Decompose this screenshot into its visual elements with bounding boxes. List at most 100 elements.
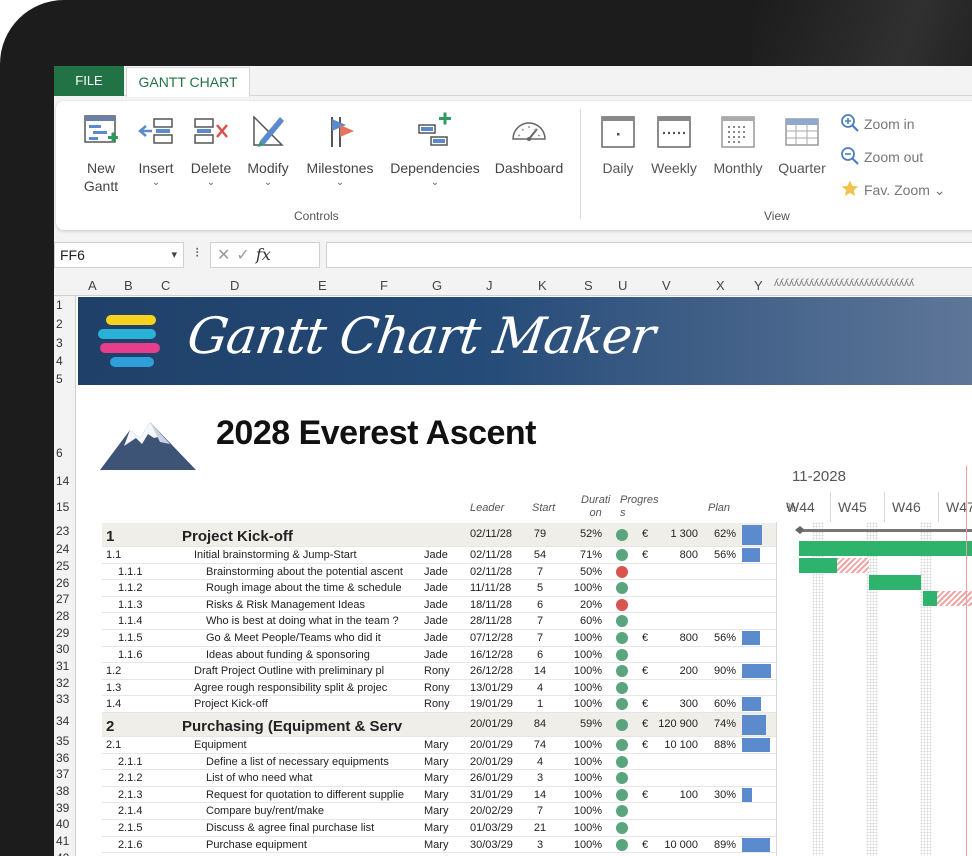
column-header[interactable]: S	[584, 278, 593, 293]
name-box-chevron-down-icon[interactable]: ▾	[171, 243, 177, 267]
column-header[interactable]: G	[432, 278, 442, 293]
column-header[interactable]: V	[662, 278, 671, 293]
name-box[interactable]: FF6 ▾	[54, 242, 184, 268]
row-header[interactable]: 36	[56, 751, 69, 765]
row-header[interactable]: 25	[56, 559, 69, 573]
task-row[interactable]: 1.1.5 Go & Meet People/Teams who did it Ja…	[102, 630, 776, 647]
column-header[interactable]: J	[486, 278, 493, 293]
row-header[interactable]: 42	[56, 851, 69, 856]
task-row[interactable]: 2.1.2 List of who need what Mary 26/01/29 3 1…	[102, 770, 776, 787]
dashboard-button[interactable]: Dashboard	[490, 111, 568, 201]
weekly-view-button[interactable]: Weekly	[648, 111, 700, 201]
task-wbs: 1.1.3	[118, 598, 143, 611]
daily-view-button[interactable]: Daily	[594, 111, 642, 201]
task-row[interactable]: 1.1.4 Who is best at doing what in the te…	[102, 613, 776, 630]
gantt-bar-1-1-2[interactable]	[869, 575, 921, 590]
task-row[interactable]: 2.1.5 Discuss & agree final purchase list…	[102, 820, 776, 837]
cancel-icon[interactable]: ✕	[217, 247, 236, 264]
column-header[interactable]: E	[318, 278, 327, 293]
row-header[interactable]: 5	[56, 372, 63, 386]
task-row[interactable]: 2.1.1 Define a list of necessary equipmen…	[102, 754, 776, 771]
row-header[interactable]: 31	[56, 659, 69, 673]
task-start: 31/01/29	[470, 788, 513, 801]
milestones-button[interactable]: Milestones ⌄	[300, 111, 380, 201]
insert-function-icon[interactable]: fx	[256, 245, 271, 264]
column-header[interactable]: ʎʎʎʎʎʎʎʎʎʎʎʎʎʎʎʎʎʎʎʎʎʎʎʎʎʎʎʎ	[774, 278, 914, 289]
task-row[interactable]: 1.2 Draft Project Outline with preliminar…	[102, 663, 776, 680]
row-header[interactable]: 6	[56, 446, 63, 460]
row-header[interactable]: 1	[56, 298, 63, 312]
row-header[interactable]: 15	[56, 500, 69, 514]
task-row[interactable]: 2.1.4 Compare buy/rent/make Mary 20/02/29 7 1…	[102, 803, 776, 820]
task-leader: Mary	[424, 772, 449, 785]
task-row[interactable]: 1.1 Initial brainstorming & Jump-Start Jad…	[102, 547, 776, 564]
row-header[interactable]: 24	[56, 542, 69, 556]
column-header[interactable]: F	[380, 278, 388, 293]
tab-file[interactable]: FILE	[54, 66, 124, 96]
sheet-grid[interactable]: Gantt Chart Maker 2028 Everest Ascent 11…	[76, 296, 972, 856]
column-header[interactable]: A	[88, 278, 97, 293]
row-header[interactable]: 39	[56, 801, 69, 815]
fav-zoom-button[interactable]: Fav. Zoom ⌄	[840, 179, 946, 201]
row-header[interactable]: 32	[56, 676, 69, 690]
gantt-bar-1-1-3[interactable]	[923, 591, 937, 606]
dependencies-label: Dependencies	[390, 160, 480, 176]
formula-input[interactable]	[326, 242, 972, 268]
column-header[interactable]: C	[161, 278, 170, 293]
row-header[interactable]: 3	[56, 336, 63, 350]
row-header[interactable]: 29	[56, 626, 69, 640]
modify-button[interactable]: Modify ⌄	[242, 111, 294, 201]
task-row[interactable]: 2.1 Equipment Mary 20/01/29 74 100% €10 100 88%	[102, 737, 776, 754]
enter-icon[interactable]: ✓	[236, 247, 255, 264]
row-header[interactable]: 14	[56, 474, 69, 488]
task-wbs: 2.1.1	[118, 755, 143, 768]
gantt-bar-1-1[interactable]	[799, 541, 972, 556]
row-header[interactable]: 4	[56, 354, 63, 368]
quarter-view-button[interactable]: Quarter	[774, 111, 830, 201]
row-header[interactable]: 41	[56, 834, 69, 848]
row-header[interactable]: 33	[56, 692, 69, 706]
column-header[interactable]: Y	[754, 278, 763, 293]
task-row[interactable]: 2.1.3 Request for quotation to different …	[102, 787, 776, 804]
row-header[interactable]: 28	[56, 609, 69, 623]
task-row[interactable]: 1.4 Project Kick-off Rony 19/01/29 1 100% €300…	[102, 696, 776, 713]
row-header[interactable]: 38	[56, 784, 69, 798]
task-row[interactable]: 1.1.1 Brainstorming about the potential a…	[102, 564, 776, 581]
task-row[interactable]: 1.1.3 Risks & Risk Management Ideas Jade 18…	[102, 597, 776, 614]
task-leader: Jade	[424, 549, 448, 561]
gantt-bar-1-1-1-remaining[interactable]	[837, 558, 869, 573]
task-name: Brainstorming about the potential ascent	[206, 565, 403, 578]
task-row[interactable]: 1.3 Agree rough responsibility split & pr…	[102, 680, 776, 697]
task-row[interactable]: 1.1.2 Rough image about the time & schedu…	[102, 580, 776, 597]
dependencies-button[interactable]: Dependencies ⌄	[386, 111, 484, 201]
row-header[interactable]: 23	[56, 524, 69, 538]
status-indicator	[616, 598, 628, 611]
tab-gantt-chart[interactable]: GANTT CHART	[126, 67, 250, 97]
column-header[interactable]: U	[618, 278, 627, 293]
column-header[interactable]: K	[538, 278, 547, 293]
task-row[interactable]: 1 Project Kick-off 02/11/28 79 52% €1 300 62%	[102, 523, 776, 547]
row-header[interactable]: 2	[56, 317, 63, 331]
task-row[interactable]: 2.1.6 Purchase equipment Mary 30/03/29 3 100%…	[102, 837, 776, 854]
row-header[interactable]: 35	[56, 734, 69, 748]
row-header[interactable]: 34	[56, 714, 69, 728]
column-header[interactable]: X	[716, 278, 725, 293]
task-duration: 6	[536, 648, 544, 661]
new-gantt-button[interactable]: New Gantt	[70, 111, 132, 201]
row-header[interactable]: 27	[56, 592, 69, 606]
column-header[interactable]: D	[230, 278, 239, 293]
column-header[interactable]: B	[124, 278, 133, 293]
row-header[interactable]: 37	[56, 767, 69, 781]
delete-button[interactable]: Delete ⌄	[186, 111, 236, 201]
monthly-view-button[interactable]: Monthly	[708, 111, 768, 201]
row-header[interactable]: 30	[56, 642, 69, 656]
task-row[interactable]: 1.1.6 Ideas about funding & sponsoring Jad…	[102, 647, 776, 664]
star-icon	[841, 180, 859, 196]
zoom-out-button[interactable]: Zoom out	[840, 146, 923, 168]
row-header[interactable]: 26	[56, 576, 69, 590]
insert-button[interactable]: Insert ⌄	[132, 111, 180, 201]
task-row[interactable]: 2 Purchasing (Equipment & Serv 20/01/29 84 5…	[102, 713, 776, 737]
zoom-in-button[interactable]: Zoom in	[840, 113, 915, 135]
row-header[interactable]: 40	[56, 817, 69, 831]
gantt-bar-1-1-1[interactable]	[799, 558, 837, 573]
